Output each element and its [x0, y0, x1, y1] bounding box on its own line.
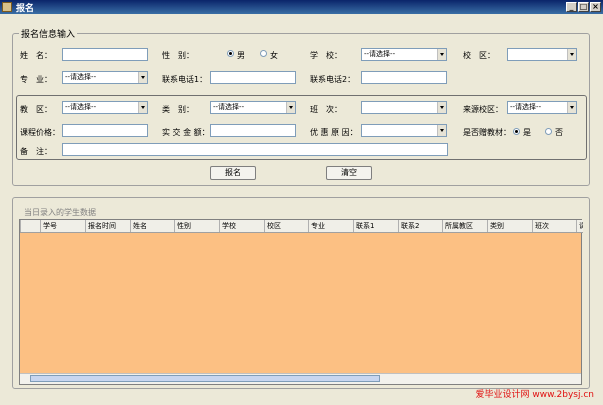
- paid-input[interactable]: [210, 124, 296, 137]
- clear-button[interactable]: 清空: [326, 166, 372, 180]
- column-header[interactable]: 班次: [532, 220, 576, 232]
- material-yes-label: 是: [523, 128, 531, 137]
- phone2-input[interactable]: [361, 71, 447, 84]
- column-header[interactable]: 类别: [487, 220, 532, 232]
- chevron-down-icon: [138, 72, 147, 83]
- close-button[interactable]: ×: [590, 2, 601, 12]
- school-select-value: --请选择--: [364, 50, 396, 58]
- submit-button[interactable]: 报名: [210, 166, 256, 180]
- column-header[interactable]: 课: [576, 220, 583, 232]
- material-label: 是否赠教材：: [463, 128, 511, 137]
- note-label: 备 注：: [20, 147, 52, 156]
- gender-female-label: 女: [270, 51, 278, 60]
- type-select-value: --请选择--: [213, 103, 245, 111]
- gender-female-radio[interactable]: [260, 50, 267, 57]
- major-select-value: --请选择--: [65, 73, 97, 81]
- gender-male-radio[interactable]: [227, 50, 234, 57]
- chevron-down-icon: [437, 102, 446, 113]
- name-label: 姓 名：: [20, 51, 52, 60]
- paid-label: 实 交 金 额：: [162, 128, 210, 137]
- student-table[interactable]: 学号 报名时间 姓名 性别 学校 校区 专业 联系1 联系2 所属教区 类别 班…: [19, 219, 583, 385]
- type-select[interactable]: --请选择--: [210, 101, 296, 114]
- gender-male-label: 男: [237, 51, 245, 60]
- registration-legend: 报名信息输入: [19, 27, 78, 40]
- column-header[interactable]: 所属教区: [442, 220, 487, 232]
- chevron-down-icon: [567, 49, 576, 60]
- school-label: 学 校：: [310, 51, 342, 60]
- window-title: 报名: [16, 4, 35, 14]
- material-no-radio[interactable]: [545, 128, 552, 135]
- minimize-button[interactable]: _: [566, 2, 577, 12]
- title-bar: 报名 _ □ ×: [0, 0, 603, 14]
- column-header[interactable]: 报名时间: [85, 220, 130, 232]
- campus-label: 校 区：: [463, 51, 495, 60]
- gender-label: 性 别：: [162, 51, 194, 60]
- maximize-button[interactable]: □: [578, 2, 589, 12]
- source-select[interactable]: --请选择--: [507, 101, 577, 114]
- chevron-down-icon: [437, 49, 446, 60]
- app-icon: [2, 2, 12, 12]
- chevron-down-icon: [138, 102, 147, 113]
- column-header[interactable]: 校区: [264, 220, 308, 232]
- major-label: 专 业：: [20, 75, 52, 84]
- price-label: 课程价格：: [20, 128, 60, 137]
- type-label: 类 别：: [162, 105, 194, 114]
- campus-select[interactable]: [507, 48, 577, 61]
- row-header-cell: [20, 220, 40, 232]
- dept-select-value: --请选择--: [65, 103, 97, 111]
- major-select[interactable]: --请选择--: [62, 71, 148, 84]
- table-header: 学号 报名时间 姓名 性别 学校 校区 专业 联系1 联系2 所属教区 类别 班…: [20, 220, 583, 233]
- material-no-label: 否: [555, 128, 563, 137]
- column-header[interactable]: 学校: [219, 220, 264, 232]
- source-label: 来源校区：: [463, 105, 503, 114]
- chevron-down-icon: [567, 102, 576, 113]
- school-select[interactable]: --请选择--: [361, 48, 447, 61]
- today-list-legend: 当日录入的学生数据: [24, 208, 96, 217]
- horizontal-scrollbar[interactable]: [20, 373, 581, 384]
- discount-select[interactable]: [361, 124, 447, 137]
- class-select[interactable]: [361, 101, 447, 114]
- column-header[interactable]: 学号: [40, 220, 85, 232]
- material-yes-radio[interactable]: [513, 128, 520, 135]
- dept-select[interactable]: --请选择--: [62, 101, 148, 114]
- chevron-down-icon: [286, 102, 295, 113]
- class-label: 班 次：: [310, 105, 342, 114]
- source-select-value: --请选择--: [510, 103, 542, 111]
- column-header[interactable]: 性别: [174, 220, 219, 232]
- scrollbar-thumb[interactable]: [30, 375, 380, 382]
- name-input[interactable]: [62, 48, 148, 61]
- discount-label: 优 惠 原 因：: [310, 128, 358, 137]
- phone1-input[interactable]: [210, 71, 296, 84]
- column-header[interactable]: 联系2: [398, 220, 442, 232]
- chevron-down-icon: [437, 125, 446, 136]
- phone2-label: 联系电话2：: [310, 75, 356, 84]
- dept-label: 教 区：: [20, 105, 52, 114]
- note-input[interactable]: [62, 143, 448, 156]
- column-header[interactable]: 专业: [308, 220, 353, 232]
- column-header[interactable]: 联系1: [353, 220, 398, 232]
- phone1-label: 联系电话1：: [162, 75, 208, 84]
- watermark-text: 爱毕业设计网 www.2bysj.cn: [475, 390, 594, 400]
- price-input[interactable]: [62, 124, 148, 137]
- column-header[interactable]: 姓名: [130, 220, 174, 232]
